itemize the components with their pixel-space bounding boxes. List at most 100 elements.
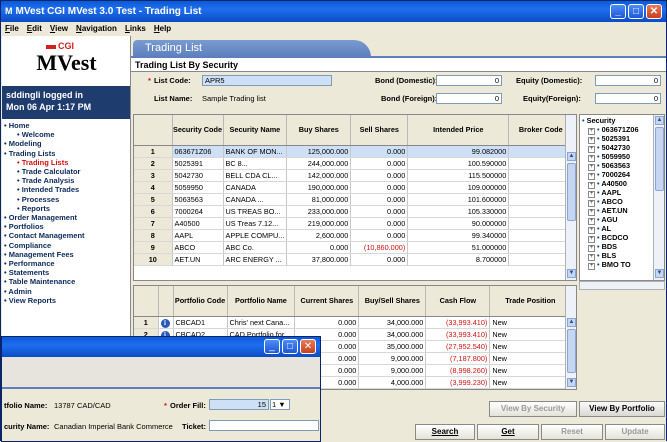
- tree-item[interactable]: + • BDS: [582, 242, 664, 252]
- bond-domestic-input[interactable]: 0: [436, 75, 502, 86]
- sidebar-item-19[interactable]: • View Reports: [4, 296, 128, 305]
- expand-icon[interactable]: +: [588, 163, 595, 171]
- tree-scroll-up-icon[interactable]: ▲: [655, 116, 664, 125]
- sidebar-item-17[interactable]: • Table Maintenance: [4, 277, 128, 286]
- table-row[interactable]: 8 AAPL APPLE COMPU... 2,600.000 0.000 99.3400…: [134, 229, 574, 242]
- portfolio-scroll-thumb[interactable]: [567, 329, 576, 373]
- expand-icon[interactable]: +: [588, 145, 595, 153]
- expand-icon[interactable]: +: [588, 217, 595, 225]
- sidebar-item-4[interactable]: • Trading Lists: [4, 158, 128, 167]
- sidebar-item-18[interactable]: • Admin: [4, 287, 128, 296]
- sidebar-item-9[interactable]: • Reports: [4, 204, 128, 213]
- tree-item[interactable]: + • AGU: [582, 215, 664, 225]
- bond-foreign-input[interactable]: 0: [436, 93, 502, 104]
- tab-trading-list[interactable]: Trading List: [133, 40, 371, 57]
- expand-icon[interactable]: +: [588, 244, 595, 252]
- col-security-code[interactable]: Security Code: [172, 115, 224, 146]
- order-fill-input[interactable]: 15: [209, 399, 269, 410]
- search-button[interactable]: Search: [415, 424, 475, 440]
- info-cell[interactable]: i: [158, 316, 174, 329]
- maximize-button[interactable]: □: [628, 4, 644, 19]
- sidebar-item-8[interactable]: • Processes: [4, 195, 128, 204]
- expand-icon[interactable]: +: [588, 190, 595, 198]
- expand-icon[interactable]: +: [588, 253, 595, 261]
- sidebar-item-3[interactable]: • Trading Lists: [4, 149, 128, 158]
- dialog-title-bar[interactable]: _ □ ✕: [2, 337, 320, 357]
- col-broker-code[interactable]: Broker Code: [508, 115, 574, 146]
- col-cash-flow[interactable]: Cash Flow: [425, 286, 491, 317]
- tree-scrollbar[interactable]: ▲ ▼: [653, 115, 664, 280]
- view-by-security-button[interactable]: View By Security: [489, 401, 577, 417]
- table-row[interactable]: 10 AET.UN ARC ENERGY ... 37,800.000 0.000 8.7…: [134, 253, 574, 266]
- expand-icon[interactable]: +: [588, 235, 595, 243]
- equity-domestic-input[interactable]: 0: [595, 75, 661, 86]
- reset-button[interactable]: Reset: [541, 424, 603, 440]
- list-code-input[interactable]: APR5: [202, 75, 332, 86]
- col-buysell-shares[interactable]: Buy/Sell Shares: [358, 286, 427, 317]
- table-row[interactable]: 6 7000264 US TREAS BO... 233,000.000 0.000 10…: [134, 205, 574, 218]
- menu-navigation[interactable]: Navigation: [72, 22, 121, 36]
- tree-item[interactable]: + • A40500: [582, 179, 664, 189]
- table-row[interactable]: 1 063671Z06 BANK OF MON... 125,000.000 0.000…: [134, 145, 574, 158]
- security-grid-scrollbar[interactable]: ▲ ▼: [565, 115, 576, 280]
- portfolio-scroll-up-icon[interactable]: ▲: [567, 318, 576, 327]
- sidebar-item-7[interactable]: • Intended Trades: [4, 185, 128, 194]
- menu-view[interactable]: View: [46, 22, 72, 36]
- equity-foreign-input[interactable]: 0: [595, 93, 661, 104]
- tree-scroll-down-icon[interactable]: ▼: [655, 269, 664, 278]
- info-icon[interactable]: i: [160, 318, 170, 327]
- col-portfolio-code[interactable]: Portfolio Code: [173, 286, 228, 317]
- tree-scroll-thumb[interactable]: [655, 127, 664, 191]
- expand-icon[interactable]: +: [588, 154, 595, 162]
- title-bar[interactable]: M MVest CGI MVest 3.0 Test - Trading List…: [1, 1, 666, 22]
- sidebar-item-14[interactable]: • Management Fees: [4, 250, 128, 259]
- ticket-input[interactable]: [209, 420, 319, 431]
- table-row[interactable]: 1 i CBCAD1 Chris' next Cana... 0.000 34,000.0…: [134, 316, 572, 329]
- sidebar-item-16[interactable]: • Statements: [4, 268, 128, 277]
- col-security-name[interactable]: Security Name: [223, 115, 288, 146]
- dialog-minimize-button[interactable]: _: [264, 339, 280, 354]
- sidebar-item-6[interactable]: • Trade Analysis: [4, 176, 128, 185]
- menu-file[interactable]: File: [1, 22, 23, 36]
- close-button[interactable]: ✕: [646, 4, 662, 19]
- get-button[interactable]: Get: [477, 424, 539, 440]
- col-buy-shares[interactable]: Buy Shares: [286, 115, 352, 146]
- menu-edit[interactable]: Edit: [23, 22, 46, 36]
- sidebar-item-1[interactable]: • Welcome: [4, 130, 128, 139]
- expand-icon[interactable]: +: [588, 226, 595, 234]
- expand-icon[interactable]: +: [588, 181, 595, 189]
- view-by-portfolio-button[interactable]: View By Portfolio: [579, 401, 665, 417]
- dialog-maximize-button[interactable]: □: [282, 339, 298, 354]
- dialog-close-button[interactable]: ✕: [300, 339, 316, 354]
- tree-item[interactable]: + • AET.UN: [582, 206, 664, 216]
- expand-icon[interactable]: +: [588, 199, 595, 207]
- order-fill-spinner[interactable]: 1 ▼: [270, 399, 290, 410]
- sidebar-item-2[interactable]: • Modeling: [4, 139, 128, 148]
- table-row[interactable]: 2 5025391 BC 8... 244,000.000 0.000 100.59000…: [134, 157, 574, 170]
- table-row[interactable]: 9 ABCO ABC Co. 0.000 (10,860.000) 51.000000: [134, 241, 574, 254]
- expand-icon[interactable]: +: [588, 136, 595, 144]
- minimize-button[interactable]: _: [610, 4, 626, 19]
- sidebar-item-0[interactable]: • Home: [4, 121, 128, 130]
- expand-icon[interactable]: +: [588, 208, 595, 216]
- menu-links[interactable]: Links: [121, 22, 150, 36]
- sidebar-item-11[interactable]: • Portfolios: [4, 222, 128, 231]
- col-trade-position[interactable]: Trade Position: [489, 286, 572, 317]
- table-row[interactable]: 7 A40500 US Treas 7.12... 219,000.000 0.000 9…: [134, 217, 574, 230]
- expand-icon[interactable]: +: [588, 127, 595, 135]
- col-sell-shares[interactable]: Sell Shares: [350, 115, 409, 146]
- tree-item[interactable]: + • BCDCO: [582, 233, 664, 243]
- table-row[interactable]: 5 5063563 CANADA ... 81,000.000 0.000 101.600…: [134, 193, 574, 206]
- expand-icon[interactable]: +: [588, 172, 595, 180]
- table-row[interactable]: 4 5059950 CANADA 190,000.000 0.000 109.000000: [134, 181, 574, 194]
- tree-hscrollbar[interactable]: [579, 281, 665, 290]
- table-row[interactable]: 3 5042730 BELL CDA CL... 142,000.000 0.000 11…: [134, 169, 574, 182]
- tree-item[interactable]: + • BMO TO: [582, 260, 664, 270]
- sidebar-item-5[interactable]: • Trade Calculator: [4, 167, 128, 176]
- scroll-thumb[interactable]: [567, 163, 576, 221]
- portfolio-scroll-down-icon[interactable]: ▼: [567, 378, 576, 387]
- col-current-shares[interactable]: Current Shares: [294, 286, 360, 317]
- scroll-down-icon[interactable]: ▼: [567, 269, 576, 278]
- portfolio-grid-scrollbar[interactable]: ▲ ▼: [565, 286, 576, 389]
- expand-icon[interactable]: +: [588, 262, 595, 270]
